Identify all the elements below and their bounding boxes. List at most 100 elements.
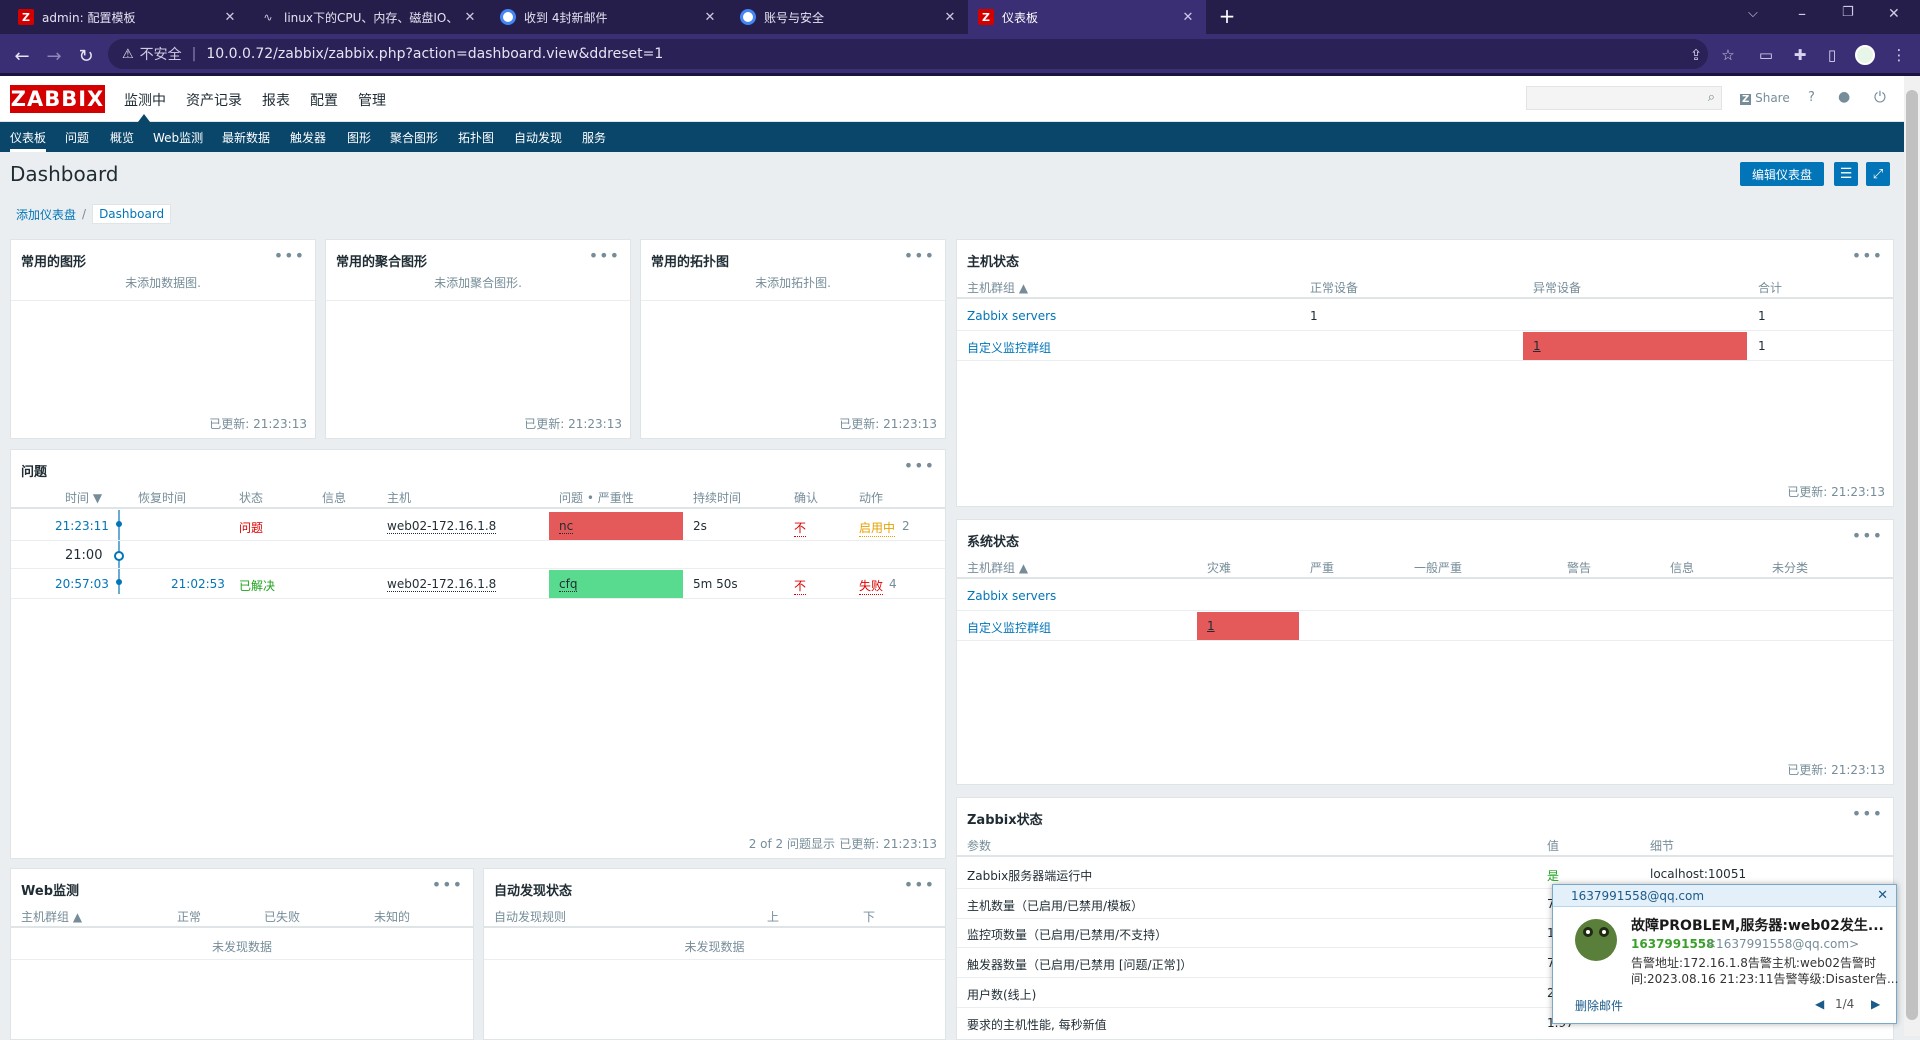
- problem-time-link[interactable]: 20:57:03: [55, 577, 109, 591]
- window-close-icon[interactable]: ✕: [1888, 6, 1900, 22]
- mail-subject[interactable]: 故障PROBLEM,服务器:web02发生...: [1631, 915, 1884, 935]
- disaster-count[interactable]: 1: [1207, 619, 1215, 633]
- col-time[interactable]: 时间 ▼: [65, 489, 102, 506]
- tab-graphs[interactable]: 图形: [347, 129, 371, 152]
- action-status-link[interactable]: 失败: [859, 577, 884, 595]
- browser-tab-mail[interactable]: 收到 4封新邮件 ✕: [490, 0, 728, 34]
- ack-link[interactable]: 不: [794, 519, 807, 537]
- more-options-icon[interactable]: •••: [1852, 526, 1883, 545]
- tab-latest-data[interactable]: 最新数据: [222, 129, 270, 152]
- menu-configuration[interactable]: 配置: [310, 90, 338, 110]
- sidepanel-icon[interactable]: ▯: [1819, 42, 1845, 68]
- host-group-link[interactable]: Zabbix servers: [967, 589, 1056, 603]
- search-icon[interactable]: ⌕: [1708, 90, 1715, 105]
- problem-name-link[interactable]: cfq: [559, 577, 578, 592]
- minimize-icon[interactable]: –: [1798, 4, 1806, 23]
- back-arrow-icon[interactable]: ←: [8, 42, 36, 70]
- tab-problems[interactable]: 问题: [65, 129, 89, 152]
- close-icon[interactable]: ✕: [702, 10, 718, 25]
- tab-discovery[interactable]: 自动发现: [514, 129, 562, 152]
- tab-maps[interactable]: 拓扑图: [458, 129, 494, 152]
- severity-disaster-cell[interactable]: nc: [549, 512, 683, 540]
- forward-arrow-icon[interactable]: →: [40, 42, 68, 70]
- share-page-icon[interactable]: ⇪: [1683, 42, 1709, 68]
- menu-inventory[interactable]: 资产记录: [186, 90, 242, 110]
- severity-resolved-cell[interactable]: cfq: [549, 570, 683, 598]
- breadcrumb-add-dashboard[interactable]: 添加仪表盘: [10, 206, 82, 223]
- row-divider: [957, 640, 1893, 641]
- share-button[interactable]: Z Share: [1740, 91, 1790, 105]
- browser-tab-linux[interactable]: ∿ linux下的CPU、内存、磁盘IO、 ✕: [250, 0, 488, 34]
- page-scrollbar-thumb[interactable]: [1906, 90, 1918, 1020]
- user-profile-icon[interactable]: ●: [1838, 89, 1850, 105]
- browser-tab-account[interactable]: 账号与安全 ✕: [730, 0, 968, 34]
- reload-icon[interactable]: ↻: [72, 42, 100, 70]
- mail-notification-popup[interactable]: 1637991558@qq.com ✕ 故障PROBLEM,服务器:web02发…: [1552, 884, 1898, 1024]
- tab-services[interactable]: 服务: [582, 129, 606, 152]
- tab-overview[interactable]: 概览: [110, 129, 134, 152]
- col-host-group[interactable]: 主机群组 ▲: [21, 908, 82, 925]
- tab-triggers[interactable]: 触发器: [290, 129, 326, 152]
- url-input[interactable]: ⚠ 不安全 | 10.0.0.72/zabbix/zabbix.php?acti…: [108, 39, 1708, 69]
- close-icon[interactable]: ✕: [462, 10, 478, 25]
- host-group-link[interactable]: 自定义监控群组: [967, 619, 1051, 636]
- ack-link[interactable]: 不: [794, 577, 807, 595]
- tab-dashboard[interactable]: 仪表板: [10, 129, 47, 152]
- edit-dashboard-button[interactable]: 编辑仪表盘: [1740, 162, 1824, 186]
- host-link[interactable]: web02-172.16.1.8: [387, 577, 497, 592]
- zabbix-logo[interactable]: ZABBIX: [10, 85, 105, 113]
- browser-tab-dashboard[interactable]: Z 仪表板 ✕: [968, 0, 1206, 34]
- host-link[interactable]: web02-172.16.1.8: [387, 519, 497, 534]
- breadcrumb-dashboard[interactable]: Dashboard: [92, 204, 172, 224]
- more-options-icon[interactable]: •••: [432, 875, 463, 894]
- delete-mail-button[interactable]: 删除邮件: [1575, 997, 1623, 1014]
- help-icon[interactable]: ?: [1808, 90, 1815, 105]
- col-host-group[interactable]: 主机群组 ▲: [967, 279, 1028, 296]
- more-options-icon[interactable]: •••: [274, 246, 305, 265]
- sign-out-icon[interactable]: ⏻: [1874, 88, 1886, 106]
- widget-title: 系统状态: [967, 535, 1020, 550]
- recovery-time-link[interactable]: 21:02:53: [171, 577, 225, 591]
- host-group-link[interactable]: Zabbix servers: [967, 309, 1056, 323]
- problem-time-link[interactable]: 21:23:11: [55, 519, 109, 533]
- more-options-icon[interactable]: •••: [1852, 804, 1883, 823]
- dashboard-list-icon[interactable]: ☰: [1834, 162, 1858, 186]
- more-options-icon[interactable]: •••: [904, 875, 935, 894]
- more-options-icon[interactable]: •••: [904, 246, 935, 265]
- next-mail-icon[interactable]: ▶: [1871, 997, 1880, 1011]
- bookmark-star-icon[interactable]: ☆: [1715, 42, 1741, 68]
- restore-icon[interactable]: ❐: [1842, 5, 1854, 20]
- extensions-icon[interactable]: ✚: [1787, 42, 1813, 68]
- col-discovery-rule[interactable]: 自动发现规则: [494, 908, 566, 925]
- problem-count[interactable]: 1: [1533, 339, 1541, 353]
- param-items: 监控项数量（已启用/已禁用/不支持）: [967, 928, 1168, 942]
- close-icon[interactable]: ✕: [222, 10, 238, 25]
- reading-glasses-icon[interactable]: ▭: [1753, 42, 1779, 68]
- disaster-severity-cell[interactable]: 1: [1197, 612, 1299, 640]
- col-host-group[interactable]: 主机群组 ▲: [967, 559, 1028, 576]
- new-tab-icon[interactable]: +: [1214, 4, 1240, 30]
- action-status-link[interactable]: 启用中: [859, 519, 896, 537]
- updated-time: 已更新: 21:23:13: [1787, 485, 1885, 499]
- close-icon[interactable]: ✕: [942, 10, 958, 25]
- problem-severity-cell[interactable]: 1: [1523, 332, 1747, 360]
- menu-administration[interactable]: 管理: [358, 90, 386, 110]
- more-options-icon[interactable]: •••: [589, 246, 620, 265]
- profile-avatar-icon[interactable]: [1852, 42, 1878, 68]
- close-icon[interactable]: ✕: [1180, 10, 1196, 25]
- browser-tab-config-template[interactable]: Z admin: 配置模板 ✕: [8, 0, 248, 34]
- menu-monitoring[interactable]: 监测中: [124, 90, 166, 110]
- more-options-icon[interactable]: •••: [904, 456, 935, 475]
- more-options-icon[interactable]: •••: [1852, 246, 1883, 265]
- popup-close-icon[interactable]: ✕: [1877, 888, 1888, 903]
- menu-reports[interactable]: 报表: [262, 90, 290, 110]
- fullscreen-icon[interactable]: ⤢: [1866, 162, 1890, 186]
- browser-menu-icon[interactable]: ⋮: [1886, 42, 1912, 68]
- host-group-link[interactable]: 自定义监控群组: [967, 339, 1051, 356]
- tab-web-monitoring[interactable]: Web监测: [153, 129, 203, 152]
- global-search-input[interactable]: ⌕: [1526, 86, 1722, 110]
- tab-search-chevron-icon[interactable]: ⌵: [1748, 6, 1758, 21]
- prev-mail-icon[interactable]: ◀: [1815, 997, 1824, 1011]
- tab-screens[interactable]: 聚合图形: [390, 129, 438, 152]
- problem-name-link[interactable]: nc: [559, 519, 574, 534]
